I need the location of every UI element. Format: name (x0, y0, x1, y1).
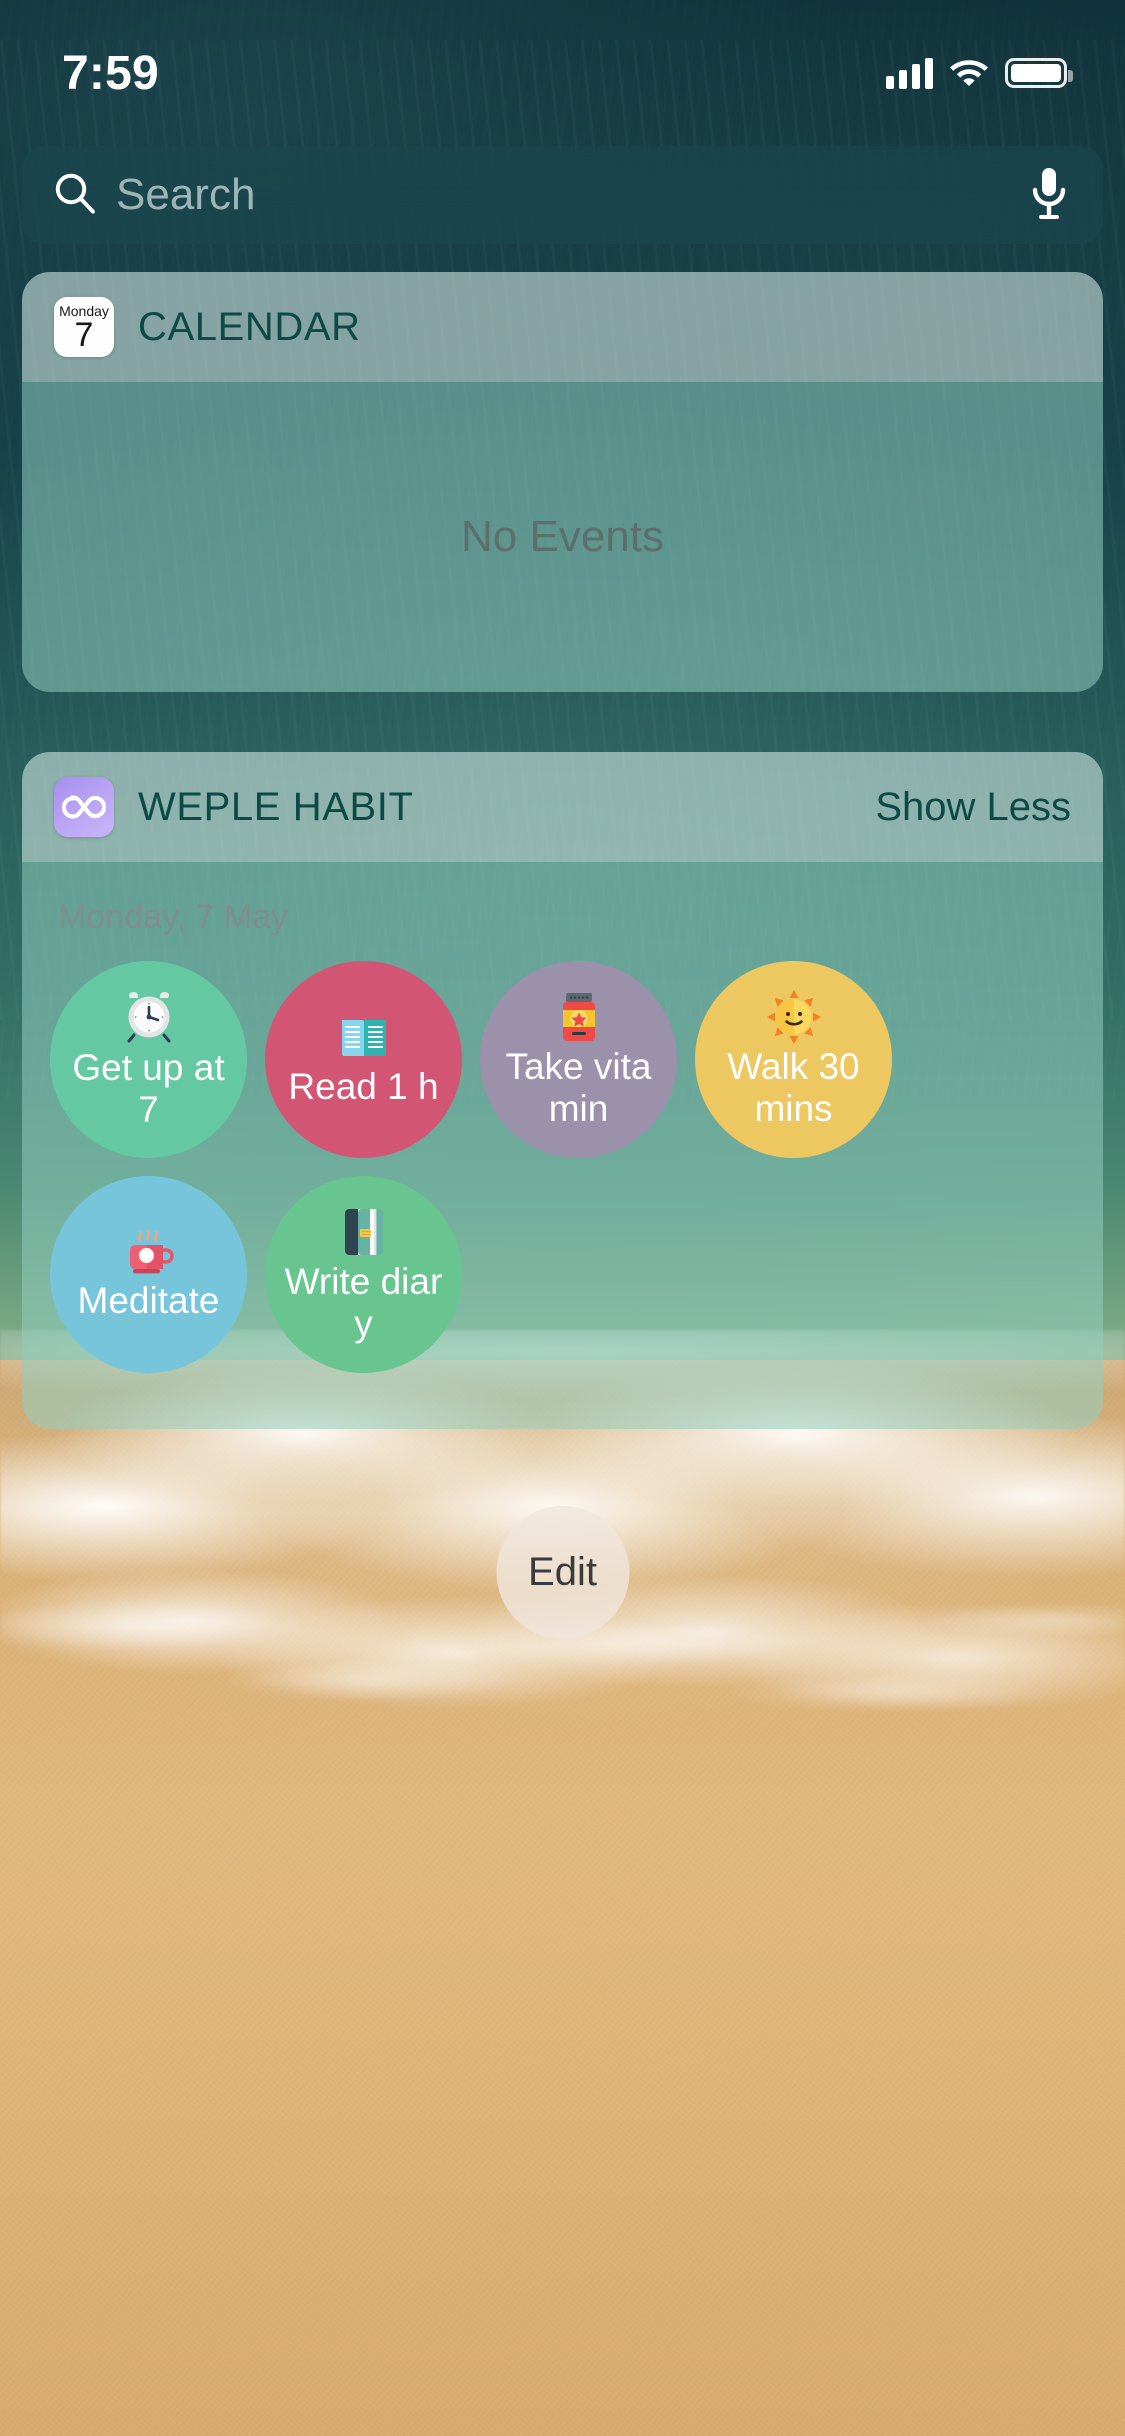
battery-full-icon (1005, 58, 1073, 88)
habit-label: Walk 30 mins (727, 1046, 860, 1129)
vitamin-jar-icon (554, 990, 604, 1044)
habit-label: Read 1 h (288, 1065, 439, 1107)
infinity-icon (62, 795, 106, 819)
habit-circle[interactable]: Get up at 7 (50, 961, 247, 1158)
habit-date-line: Monday, 7 May (58, 898, 288, 936)
calendar-icon-daynumber: 7 (74, 315, 94, 354)
habit-label: Take vitamin (505, 1046, 652, 1129)
calendar-empty-state: No Events (461, 512, 664, 561)
habit-circle[interactable]: Walk 30 mins (695, 961, 892, 1158)
cellular-bars-icon (886, 57, 933, 89)
habit-circle[interactable]: Write diary (265, 1176, 462, 1373)
search-input[interactable] (116, 170, 1029, 220)
calendar-widget-body: No Events (22, 382, 1103, 692)
show-less-button[interactable]: Show Less (875, 785, 1071, 830)
edit-button[interactable]: Edit (496, 1506, 629, 1639)
status-bar-clock: 7:59 (62, 46, 159, 100)
weple-habit-widget-body: Monday, 7 May Get up at 7 Read 1 h Take vi… (22, 862, 1103, 1429)
status-bar-indicators (886, 56, 1073, 91)
sun-smile-icon (766, 990, 821, 1045)
habit-circle[interactable]: Read 1 h (265, 961, 462, 1158)
status-bar: 7:59 (0, 0, 1125, 132)
weple-habit-widget[interactable]: WEPLE HABIT Show Less Monday, 7 May Get … (22, 752, 1103, 1429)
wifi-icon (949, 56, 989, 91)
habit-grid: Get up at 7 Read 1 h Take vitamin Walk 30 m… (50, 961, 1075, 1373)
alarm-clock-icon (121, 989, 177, 1045)
habit-label: Write diary (284, 1261, 443, 1344)
calendar-widget-title: CALENDAR (138, 304, 361, 349)
weple-habit-app-icon[interactable] (54, 777, 114, 837)
open-book-icon (338, 1012, 390, 1064)
habit-label: Meditate (77, 1279, 220, 1321)
habit-label: Get up at 7 (72, 1047, 225, 1130)
weple-habit-widget-title: WEPLE HABIT (138, 784, 414, 829)
calendar-widget-header: Monday 7 CALENDAR (22, 272, 1103, 382)
hot-beverage-icon (122, 1228, 176, 1278)
weple-habit-widget-header: WEPLE HABIT Show Less (22, 752, 1103, 862)
calendar-widget[interactable]: Monday 7 CALENDAR No Events (22, 272, 1103, 692)
calendar-app-icon[interactable]: Monday 7 (54, 297, 114, 357)
habit-circle[interactable]: Meditate (50, 1176, 247, 1373)
microphone-icon[interactable] (1029, 166, 1069, 225)
search-bar[interactable] (22, 146, 1103, 244)
habit-circle[interactable]: Take vitamin (480, 961, 677, 1158)
search-icon (52, 170, 98, 221)
notebook-icon (339, 1205, 389, 1259)
iphone-widget-screen: 7:59 Search Monday 7 CALENDAR No Events … (0, 0, 1125, 2436)
